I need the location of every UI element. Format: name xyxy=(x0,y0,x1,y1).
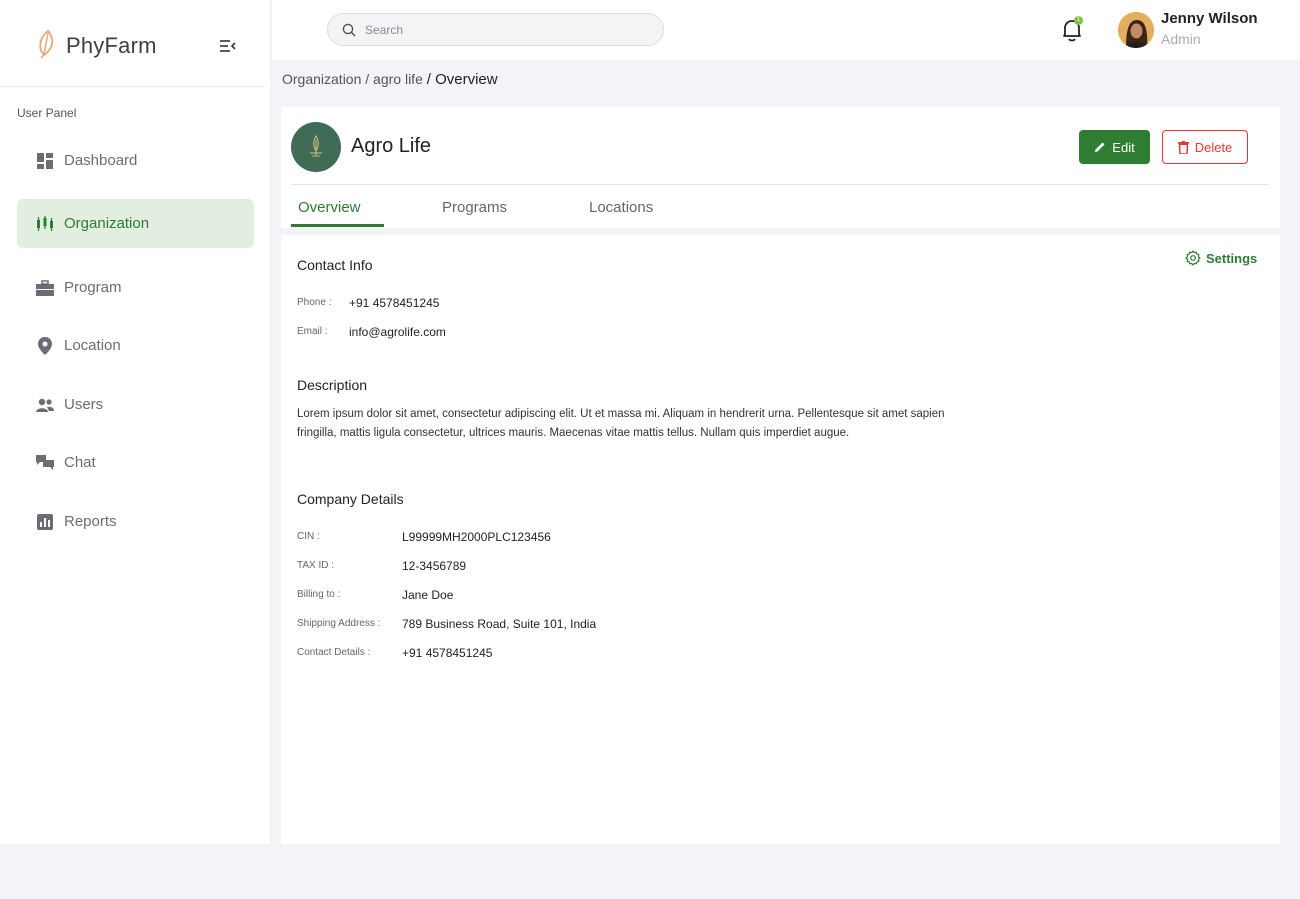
search-bar[interactable] xyxy=(327,13,664,46)
chat-icon xyxy=(36,454,54,472)
email-value: info@agrolife.com xyxy=(349,325,446,339)
billing-value: Jane Doe xyxy=(402,588,454,602)
organization-logo xyxy=(291,122,341,172)
tab-locations[interactable]: Locations xyxy=(589,199,653,216)
trash-icon xyxy=(1177,140,1189,154)
divider xyxy=(0,86,265,87)
sidebar-item-reports[interactable]: Reports xyxy=(17,497,254,546)
edit-label: Edit xyxy=(1112,139,1135,155)
sidebar-item-label: Users xyxy=(64,396,104,413)
avatar[interactable] xyxy=(1118,12,1154,48)
contact-details-label: Contact Details : xyxy=(297,647,371,658)
pencil-icon xyxy=(1095,142,1105,152)
cin-value: L99999MH2000PLC123456 xyxy=(402,530,551,544)
search-input[interactable] xyxy=(365,22,645,37)
edit-button[interactable]: Edit xyxy=(1079,130,1150,164)
delete-label: Delete xyxy=(1194,139,1233,155)
sidebar-item-program[interactable]: Program xyxy=(17,263,254,312)
organization-icon xyxy=(36,215,54,233)
tax-id-label: TAX ID : xyxy=(297,560,335,571)
search-icon xyxy=(342,23,356,37)
sidebar: PhyFarm User Panel Dashboard Organizatio… xyxy=(0,0,271,844)
breadcrumb-current: / Overview xyxy=(426,71,498,88)
sidebar-item-organization[interactable]: Organization xyxy=(17,199,254,248)
description-text: Lorem ipsum dolor sit amet, consectetur … xyxy=(297,408,945,439)
notifications-button[interactable]: 1 xyxy=(1060,16,1086,44)
sidebar-item-chat[interactable]: Chat xyxy=(17,438,254,487)
phone-label: Phone : xyxy=(297,297,332,308)
settings-button[interactable]: Settings xyxy=(1185,250,1257,266)
brand-logo[interactable]: PhyFarm xyxy=(36,29,157,64)
briefcase-icon xyxy=(36,279,54,297)
organization-header: Agro Life Edit Delete Overview Programs … xyxy=(281,107,1280,228)
page-footer-area xyxy=(0,844,1300,899)
sidebar-item-label: Dashboard xyxy=(64,152,138,169)
notification-badge: 1 xyxy=(1074,16,1083,25)
overview-panel: Settings Contact Info Phone : +91 457845… xyxy=(281,235,1280,844)
email-label: Email : xyxy=(297,326,328,337)
gear-icon xyxy=(1185,250,1201,266)
location-pin-icon xyxy=(36,336,54,355)
delete-button[interactable]: Delete xyxy=(1162,130,1248,164)
sidebar-item-label: Program xyxy=(64,279,122,296)
user-avatar-icon xyxy=(1118,12,1154,48)
brand-name: PhyFarm xyxy=(66,33,157,58)
user-role: Admin xyxy=(1161,31,1201,47)
sidebar-item-users[interactable]: Users xyxy=(17,380,254,429)
users-icon xyxy=(36,396,54,414)
cin-label: CIN : xyxy=(297,531,320,542)
contact-info-title: Contact Info xyxy=(297,257,373,273)
reports-icon xyxy=(36,513,54,531)
user-name: Jenny Wilson xyxy=(1161,10,1258,27)
sidebar-item-label: Location xyxy=(64,337,121,354)
tab-programs[interactable]: Programs xyxy=(442,199,507,216)
sidebar-item-location[interactable]: Location xyxy=(17,321,254,370)
description-title: Description xyxy=(297,377,368,393)
shipping-address-label: Shipping Address : xyxy=(297,618,381,629)
company-details-title: Company Details xyxy=(297,491,404,507)
top-bar: 1 Jenny Wilson Admin xyxy=(272,0,1300,60)
billing-label: Billing to : xyxy=(297,589,341,600)
agro-logo-icon xyxy=(310,135,322,157)
sidebar-item-label: Reports xyxy=(64,513,117,530)
sidebar-item-label: Chat xyxy=(64,454,96,471)
contact-details-value: +91 4578451245 xyxy=(402,646,493,660)
sidebar-item-label: Organization xyxy=(64,215,150,232)
panel-label: User Panel xyxy=(17,106,77,120)
organization-name: Agro Life xyxy=(351,135,432,157)
breadcrumb-path[interactable]: Organization / agro life xyxy=(282,71,423,87)
dashboard-icon xyxy=(36,152,54,170)
breadcrumb: Organization / agro life / Overview xyxy=(282,71,498,88)
menu-collapse-icon xyxy=(220,40,236,52)
settings-label: Settings xyxy=(1206,250,1258,266)
divider xyxy=(291,184,1269,185)
sidebar-item-dashboard[interactable]: Dashboard xyxy=(17,136,254,185)
tax-id-value: 12-3456789 xyxy=(402,559,467,573)
phone-value: +91 4578451245 xyxy=(349,296,440,310)
tab-overview[interactable]: Overview xyxy=(298,199,361,216)
leaf-logo-icon xyxy=(36,29,60,64)
shipping-address-value: 789 Business Road, Suite 101, India xyxy=(402,617,597,631)
active-tab-indicator xyxy=(291,224,384,227)
collapse-sidebar-button[interactable] xyxy=(217,36,239,56)
